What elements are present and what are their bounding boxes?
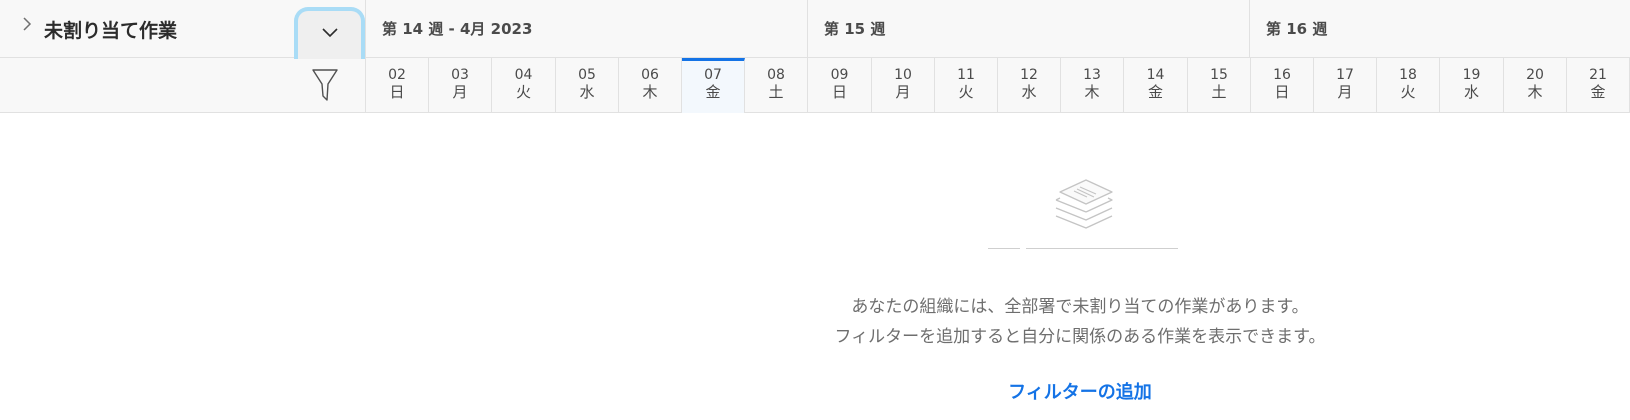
day-number: 21 bbox=[1589, 67, 1607, 83]
day-weekday: 水 bbox=[579, 83, 595, 101]
day-weekday: 金 bbox=[1147, 83, 1163, 101]
day-number: 05 bbox=[578, 67, 596, 83]
day-column-03[interactable]: 03 月 bbox=[429, 58, 492, 113]
day-number: 07 bbox=[704, 67, 722, 83]
day-column-05[interactable]: 05 水 bbox=[556, 58, 619, 113]
day-number: 17 bbox=[1336, 67, 1354, 83]
week-label: 第 15 週 bbox=[824, 20, 886, 38]
day-column-08[interactable]: 08 土 bbox=[745, 58, 808, 113]
day-column-07[interactable]: 07 金 bbox=[682, 58, 745, 113]
week-label: 第 14 週 - 4月 2023 bbox=[382, 20, 533, 38]
day-number: 08 bbox=[767, 67, 785, 83]
day-weekday: 日 bbox=[1274, 83, 1290, 101]
day-weekday: 金 bbox=[705, 83, 721, 101]
day-weekday: 月 bbox=[452, 83, 468, 101]
chevron-down-icon bbox=[322, 28, 338, 38]
timeline-header: 未割り当て作業 第 14 週 - 4月 2023 第 15 週 第 16 週 0… bbox=[0, 0, 1630, 113]
day-column-21[interactable]: 21 金 bbox=[1567, 58, 1630, 113]
day-column-10[interactable]: 10 月 bbox=[872, 58, 935, 113]
week-14: 第 14 週 - 4月 2023 bbox=[366, 0, 808, 57]
day-number: 12 bbox=[1020, 67, 1038, 83]
day-column-06[interactable]: 06 木 bbox=[619, 58, 682, 113]
day-number: 10 bbox=[894, 67, 912, 83]
day-column-16[interactable]: 16 日 bbox=[1251, 58, 1314, 113]
day-weekday: 日 bbox=[831, 83, 847, 101]
placeholder-line-short bbox=[988, 248, 1020, 249]
week-16: 第 16 週 bbox=[1250, 0, 1630, 57]
day-number: 20 bbox=[1526, 67, 1544, 83]
empty-state-message: あなたの組織には、全部署で未割り当ての作業があります。 フィルターを追加すると自… bbox=[780, 292, 1380, 352]
empty-state-line-1: あなたの組織には、全部署で未割り当ての作業があります。 bbox=[851, 297, 1309, 317]
day-number: 04 bbox=[514, 67, 533, 83]
day-weekday: 日 bbox=[389, 83, 405, 101]
day-weekday: 土 bbox=[1211, 83, 1227, 101]
day-weekday: 水 bbox=[1463, 83, 1479, 101]
day-column-11[interactable]: 11 火 bbox=[935, 58, 998, 113]
day-number: 11 bbox=[957, 67, 975, 83]
day-column-12[interactable]: 12 水 bbox=[998, 58, 1061, 113]
day-weekday: 金 bbox=[1590, 83, 1606, 101]
filter-icon[interactable] bbox=[312, 68, 338, 106]
empty-state-line-2: フィルターを追加すると自分に関係のある作業を表示できます。 bbox=[834, 327, 1326, 347]
day-column-15[interactable]: 15 土 bbox=[1188, 58, 1251, 113]
add-filter-link[interactable]: フィルターの追加 bbox=[960, 378, 1200, 404]
day-number: 19 bbox=[1462, 67, 1481, 83]
day-weekday: 木 bbox=[642, 83, 658, 101]
day-number: 06 bbox=[641, 67, 659, 83]
day-number: 09 bbox=[830, 67, 849, 83]
day-number: 16 bbox=[1273, 67, 1291, 83]
day-column-17[interactable]: 17 月 bbox=[1314, 58, 1377, 113]
day-column-20[interactable]: 20 木 bbox=[1504, 58, 1567, 113]
day-column-13[interactable]: 13 木 bbox=[1061, 58, 1124, 113]
day-weekday: 火 bbox=[958, 83, 974, 101]
day-number: 03 bbox=[451, 67, 469, 83]
day-column-02[interactable]: 02 日 bbox=[366, 58, 429, 113]
section-title: 未割り当て作業 bbox=[44, 20, 178, 42]
day-number: 14 bbox=[1146, 67, 1165, 83]
collapse-button[interactable] bbox=[294, 7, 365, 59]
day-weekday: 土 bbox=[768, 83, 784, 101]
chevron-right-icon[interactable] bbox=[22, 16, 32, 36]
day-weekday: 火 bbox=[1400, 83, 1416, 101]
day-column-18[interactable]: 18 火 bbox=[1377, 58, 1440, 113]
day-weekday: 木 bbox=[1084, 83, 1100, 101]
day-number: 18 bbox=[1399, 67, 1417, 83]
day-number: 13 bbox=[1083, 67, 1101, 83]
week-label: 第 16 週 bbox=[1266, 20, 1328, 38]
week-15: 第 15 週 bbox=[808, 0, 1250, 57]
placeholder-line-long bbox=[1026, 248, 1178, 249]
day-weekday: 水 bbox=[1021, 83, 1037, 101]
stacked-layers-icon bbox=[1055, 179, 1113, 229]
left-panel: 未割り当て作業 bbox=[0, 0, 366, 113]
day-weekday: 火 bbox=[515, 83, 531, 101]
day-column-19[interactable]: 19 水 bbox=[1440, 58, 1504, 113]
day-row: 02 日 03 月 04 火 05 水 06 木 07 金 08 土 09 日 10 月 11 火 12 水 13 木 14 金 1… bbox=[366, 58, 1630, 113]
day-weekday: 月 bbox=[1337, 83, 1353, 101]
week-row: 第 14 週 - 4月 2023 第 15 週 第 16 週 bbox=[366, 0, 1630, 58]
day-column-04[interactable]: 04 火 bbox=[492, 58, 556, 113]
day-weekday: 月 bbox=[895, 83, 911, 101]
day-weekday: 木 bbox=[1527, 83, 1543, 101]
day-column-14[interactable]: 14 金 bbox=[1124, 58, 1188, 113]
day-number: 02 bbox=[388, 67, 406, 83]
day-number: 15 bbox=[1210, 67, 1228, 83]
day-column-09[interactable]: 09 日 bbox=[808, 58, 872, 113]
